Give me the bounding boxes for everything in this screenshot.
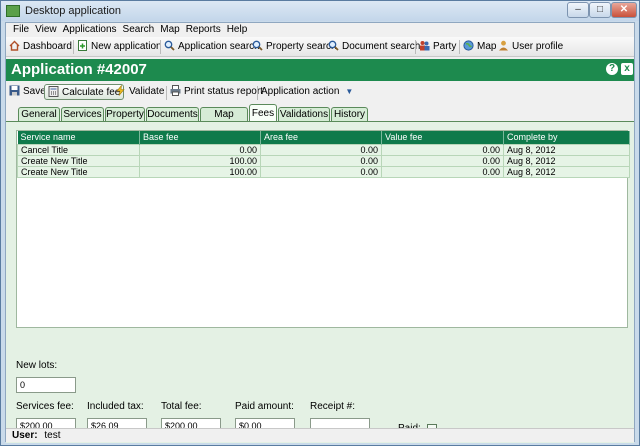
- user-value: test: [44, 430, 61, 441]
- map-button[interactable]: Map: [463, 40, 496, 54]
- tab-strip: General Services Property Documents Map …: [6, 104, 634, 133]
- toolbar-separator: [257, 86, 258, 100]
- table-cell: Create New Title: [17, 165, 140, 178]
- party-button[interactable]: Party: [419, 40, 456, 54]
- tab-map-points[interactable]: Map points: [200, 107, 248, 133]
- tab-documents[interactable]: Documents: [146, 107, 199, 121]
- printer-icon: [170, 85, 181, 96]
- new-lots-label: New lots:: [16, 360, 58, 371]
- table-cell: Create New Title: [17, 154, 140, 167]
- close-panel-icon[interactable]: x: [621, 63, 633, 75]
- app-window: Desktop application – □ ✕ File View Applic…: [0, 0, 640, 446]
- services-fee-label: Services fee:: [16, 401, 74, 412]
- fees-panel: Service name Base fee Area fee Value fee…: [6, 121, 634, 443]
- search-icon: [164, 40, 175, 51]
- document-search-button[interactable]: Document search: [328, 40, 420, 54]
- column-header[interactable]: Service name: [17, 131, 140, 144]
- calculator-icon: [48, 86, 59, 97]
- menu-file[interactable]: File: [10, 23, 32, 37]
- property-search-button[interactable]: Property search: [252, 40, 337, 54]
- table-cell: 0.00: [381, 143, 504, 156]
- tab-property[interactable]: Property: [105, 107, 145, 121]
- status-bar: User: test: [6, 428, 634, 442]
- dashboard-button[interactable]: Dashboard: [9, 40, 72, 54]
- table-cell: 0.00: [260, 165, 382, 178]
- table-cell: 0.00: [381, 154, 504, 167]
- tab-validations[interactable]: Validations: [278, 107, 330, 121]
- save-icon: [9, 85, 20, 96]
- column-header[interactable]: Complete by: [503, 131, 630, 144]
- table-cell: Aug 8, 2012: [503, 154, 630, 167]
- application-action-dropdown[interactable]: Application action ▼: [261, 84, 353, 100]
- table-cell: 100.00: [139, 165, 261, 178]
- close-window-button[interactable]: ✕: [611, 2, 637, 18]
- table-cell: Aug 8, 2012: [503, 165, 630, 178]
- main-toolbar: Dashboard New application Application se…: [6, 37, 634, 57]
- table-cell: 0.00: [139, 143, 261, 156]
- user-icon: [498, 40, 509, 51]
- paid-amount-label: Paid amount:: [235, 401, 294, 412]
- column-header[interactable]: Area fee: [260, 131, 382, 144]
- total-fee-label: Total fee:: [161, 401, 202, 412]
- help-icon[interactable]: ?: [606, 63, 618, 75]
- toolbar-separator: [459, 40, 460, 54]
- maximize-button[interactable]: □: [589, 2, 611, 18]
- application-header: Application #42007 ? x: [6, 59, 634, 81]
- new-document-icon: [77, 40, 88, 51]
- tab-fees[interactable]: Fees: [249, 104, 277, 121]
- menu-help[interactable]: Help: [224, 23, 251, 37]
- window-title: Desktop application: [25, 5, 122, 17]
- toolbar-separator: [160, 40, 161, 54]
- page-title: Application #42007: [11, 61, 147, 78]
- save-button[interactable]: Save: [9, 84, 46, 100]
- table-cell: 100.00: [139, 154, 261, 167]
- table-cell: Aug 8, 2012: [503, 143, 630, 156]
- column-header[interactable]: Base fee: [139, 131, 261, 144]
- new-application-button[interactable]: New application: [77, 40, 162, 54]
- tab-history[interactable]: History: [331, 107, 368, 121]
- calculate-fee-button[interactable]: Calculate fee: [44, 84, 125, 100]
- globe-icon: [463, 40, 474, 51]
- new-lots-input[interactable]: 0: [16, 377, 76, 393]
- user-label: User:: [12, 430, 38, 441]
- menu-bar: File View Applications Search Map Reports Help: [6, 23, 634, 37]
- search-icon: [252, 40, 263, 51]
- chevron-down-icon: ▼: [345, 87, 354, 96]
- toolbar-separator: [415, 40, 416, 54]
- tab-services[interactable]: Services: [61, 107, 104, 121]
- print-status-report-button[interactable]: Print status report: [170, 84, 263, 100]
- title-bar: Desktop application – □ ✕: [1, 1, 639, 21]
- table-cell: 0.00: [260, 154, 382, 167]
- table-header-row: Service name Base fee Area fee Value fee…: [17, 131, 630, 144]
- application-search-button[interactable]: Application search: [164, 40, 260, 54]
- action-bar: Save Calculate fee Validate Print status…: [6, 82, 634, 102]
- menu-view[interactable]: View: [32, 23, 60, 37]
- user-profile-button[interactable]: User profile: [498, 40, 563, 54]
- menu-applications[interactable]: Applications: [60, 23, 120, 37]
- table-cell: Cancel Title: [17, 143, 140, 156]
- menu-search[interactable]: Search: [120, 23, 158, 37]
- tab-general[interactable]: General: [18, 107, 60, 121]
- table-row[interactable]: Create New Title 100.00 0.00 0.00 Aug 8,…: [17, 165, 630, 178]
- included-tax-label: Included tax:: [87, 401, 144, 412]
- toolbar-separator: [166, 86, 167, 100]
- receipt-label: Receipt #:: [310, 401, 356, 412]
- table-row[interactable]: Cancel Title 0.00 0.00 0.00 Aug 8, 2012: [17, 143, 630, 156]
- column-header[interactable]: Value fee: [381, 131, 504, 144]
- home-icon: [9, 40, 20, 51]
- search-icon: [328, 40, 339, 51]
- lightning-icon: [115, 84, 126, 96]
- minimize-button[interactable]: –: [567, 2, 589, 18]
- table-cell: 0.00: [260, 143, 382, 156]
- menu-map[interactable]: Map: [157, 23, 182, 37]
- app-icon: [6, 5, 20, 17]
- client-area: File View Applications Search Map Reports Help…: [5, 22, 635, 443]
- menu-reports[interactable]: Reports: [183, 23, 224, 37]
- validate-button[interactable]: Validate: [115, 84, 164, 100]
- table-row[interactable]: Create New Title 100.00 0.00 0.00 Aug 8,…: [17, 154, 630, 167]
- fees-table: Service name Base fee Area fee Value fee…: [16, 130, 630, 328]
- table-cell: 0.00: [381, 165, 504, 178]
- party-icon: [419, 40, 430, 51]
- toolbar-separator: [73, 40, 74, 54]
